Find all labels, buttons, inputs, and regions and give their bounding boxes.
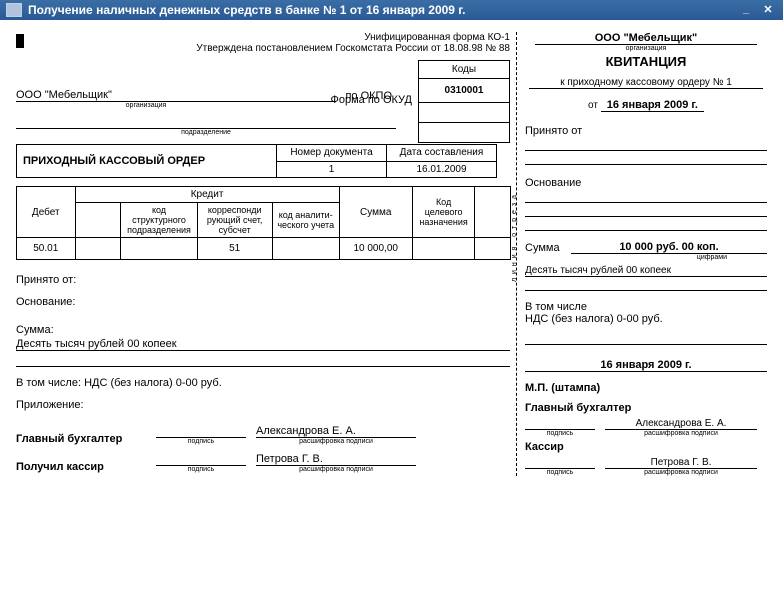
prinyato-label: Принято от: xyxy=(16,274,510,286)
vtom-nds: В том числе: НДС (без налога) 0-00 руб. xyxy=(16,377,510,389)
r-kassir: Кассир xyxy=(525,441,767,453)
docdate-hdr: Дата составления xyxy=(387,145,497,162)
hdr-extra xyxy=(475,187,511,238)
r-cifr: цифрами xyxy=(525,254,767,261)
page-marker-icon xyxy=(16,34,24,48)
r-summa-val: 10 000 руб. 00 коп. xyxy=(571,241,767,254)
r-date2: 16 января 2009 г. xyxy=(525,359,767,372)
r-kassir-name: Петрова Г. В. xyxy=(605,457,757,469)
hdr-kodcel: Код целевого назначения xyxy=(412,187,475,238)
okud-value: 0310001 xyxy=(419,79,510,103)
receipt-panel: л и н и я о т р е з а ООО "Мебельщик" ор… xyxy=(516,32,767,476)
okpo-label: по ОКПО xyxy=(336,90,396,102)
osnovanie-label: Основание: xyxy=(16,296,510,308)
department-line xyxy=(16,115,396,129)
kassir-label: Получил кассир xyxy=(16,461,146,473)
cut-line-label: л и н и я о т р е з а xyxy=(511,194,518,282)
cell-kodstruct xyxy=(121,238,197,260)
cell-extra xyxy=(475,238,511,260)
document-body: Унифицированная форма КО-1 Утверждена по… xyxy=(0,20,783,480)
cell-korr: 51 xyxy=(197,238,272,260)
podpis-sub2: подпись xyxy=(156,466,246,473)
doc-title: ПРИХОДНЫЙ КАССОВЫЙ ОРДЕР xyxy=(16,144,276,178)
codes-table: Коды 0310001 xyxy=(418,60,510,143)
r-mp: М.П. (штампа) xyxy=(525,382,767,394)
r-nds: НДС (без налога) 0-00 руб. xyxy=(525,313,767,325)
app-icon xyxy=(6,3,22,17)
glavbuh-name: Александрова Е. А. xyxy=(256,425,416,438)
docnum-value: 1 xyxy=(277,161,387,178)
r-vtom: В том числе xyxy=(525,301,767,313)
r-toorder: к приходному кассовому ордеру № 1 xyxy=(529,77,763,89)
r-glavbuh: Главный бухгалтер xyxy=(525,402,767,414)
r-date: 16 января 2009 г. xyxy=(601,99,704,112)
okpo-value xyxy=(419,103,510,123)
docnum-table: Номер документа Дата составления 1 16.01… xyxy=(276,144,497,178)
docdate-value: 16.01.2009 xyxy=(387,161,497,178)
org-name: ООО "Мебельщик" xyxy=(16,89,146,102)
cell-empty1 xyxy=(75,238,121,260)
order-panel: Унифицированная форма КО-1 Утверждена по… xyxy=(16,32,516,476)
r-prinyato: Принято от xyxy=(525,125,767,137)
dep-sublabel: подразделение xyxy=(16,129,396,136)
r-title: КВИТАНЦИЯ xyxy=(525,54,767,69)
minimize-button[interactable]: _ xyxy=(737,3,755,17)
close-button[interactable]: ✕ xyxy=(759,3,777,17)
prilozhenie-label: Приложение: xyxy=(16,399,510,411)
hdr-analit: код аналити-ческого учета xyxy=(272,203,339,238)
unified-form-label: Унифицированная форма КО-1 xyxy=(30,32,510,43)
cell-summa: 10 000,00 xyxy=(339,238,412,260)
r-podpis1: подпись xyxy=(525,430,595,437)
approved-label: Утверждена постановлением Госкомстата Ро… xyxy=(30,43,510,54)
code-empty xyxy=(419,123,510,143)
hdr-kredit: Кредит xyxy=(75,187,339,203)
hdr-debet: Дебет xyxy=(17,187,76,238)
docnum-hdr: Номер документа xyxy=(277,145,387,162)
hdr-korr: корреспонди рующий счет, субсчет xyxy=(197,203,272,238)
podpis-sub1: подпись xyxy=(156,438,246,445)
glavbuh-label: Главный бухгалтер xyxy=(16,433,146,445)
r-osnovanie: Основание xyxy=(525,177,767,189)
r-ot: от xyxy=(588,100,598,111)
kassir-name: Петрова Г. В. xyxy=(256,453,416,466)
r-glavbuh-name: Александрова Е. А. xyxy=(605,418,757,430)
rasshifr-sub2: расшифровка подписи xyxy=(256,466,416,473)
r-summa-lbl: Сумма xyxy=(525,242,571,254)
r-rasshifr1: расшифровка подписи xyxy=(605,430,757,437)
cell-debet: 50.01 xyxy=(17,238,76,260)
hdr-kodstruct: код структурного подразделения xyxy=(121,203,197,238)
cell-analit xyxy=(272,238,339,260)
r-org-sub: организация xyxy=(525,45,767,52)
r-summa-words: Десять тысяч рублей 00 копеек xyxy=(525,265,767,277)
cell-kodcel xyxy=(412,238,475,260)
r-rasshifr2: расшифровка подписи xyxy=(605,469,757,476)
summa-label: Сумма: xyxy=(16,324,510,336)
window-title: Получение наличных денежных средств в ба… xyxy=(28,3,465,17)
hdr-summa: Сумма xyxy=(339,187,412,238)
accounting-table: Дебет Кредит Сумма Код целевого назначен… xyxy=(16,186,511,260)
kody-header: Коды xyxy=(419,61,510,79)
window-titlebar: Получение наличных денежных средств в ба… xyxy=(0,0,783,20)
r-org: ООО "Мебельщик" xyxy=(535,32,757,45)
r-podpis2: подпись xyxy=(525,469,595,476)
summa-words: Десять тысяч рублей 00 копеек xyxy=(16,338,510,351)
rasshifr-sub1: расшифровка подписи xyxy=(256,438,416,445)
